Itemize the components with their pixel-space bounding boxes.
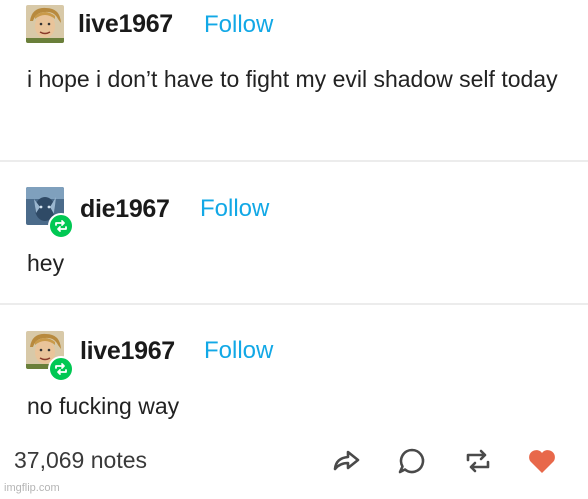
reblog-badge-icon xyxy=(48,213,74,239)
post-reblog: live1967 Follow no fucking way xyxy=(0,305,588,435)
reblog-icon[interactable] xyxy=(462,445,494,477)
post-original: live1967 Follow i hope i don’t have to f… xyxy=(0,0,588,160)
comment-icon[interactable] xyxy=(396,445,428,477)
post-text: i hope i don’t have to fight my evil sha… xyxy=(27,66,558,92)
post-text: no fucking way xyxy=(27,393,180,419)
username[interactable]: live1967 xyxy=(78,10,173,39)
follow-button[interactable]: Follow xyxy=(200,195,269,223)
username[interactable]: die1967 xyxy=(80,195,170,224)
post-footer: 37,069 notes xyxy=(0,437,588,487)
watermark: imgflip.com xyxy=(4,482,60,494)
notes-count[interactable]: 37,069 notes xyxy=(14,447,147,474)
follow-button[interactable]: Follow xyxy=(204,337,273,365)
follow-button[interactable]: Follow xyxy=(204,11,273,39)
avatar-live1967[interactable] xyxy=(26,5,64,43)
post-reblog: die1967 Follow hey xyxy=(0,162,588,303)
reblog-badge-icon xyxy=(48,356,74,382)
post-text: hey xyxy=(27,250,65,276)
share-icon[interactable] xyxy=(330,445,362,477)
heart-icon[interactable] xyxy=(526,445,558,477)
username[interactable]: live1967 xyxy=(80,337,175,366)
heart-shape xyxy=(529,450,555,473)
